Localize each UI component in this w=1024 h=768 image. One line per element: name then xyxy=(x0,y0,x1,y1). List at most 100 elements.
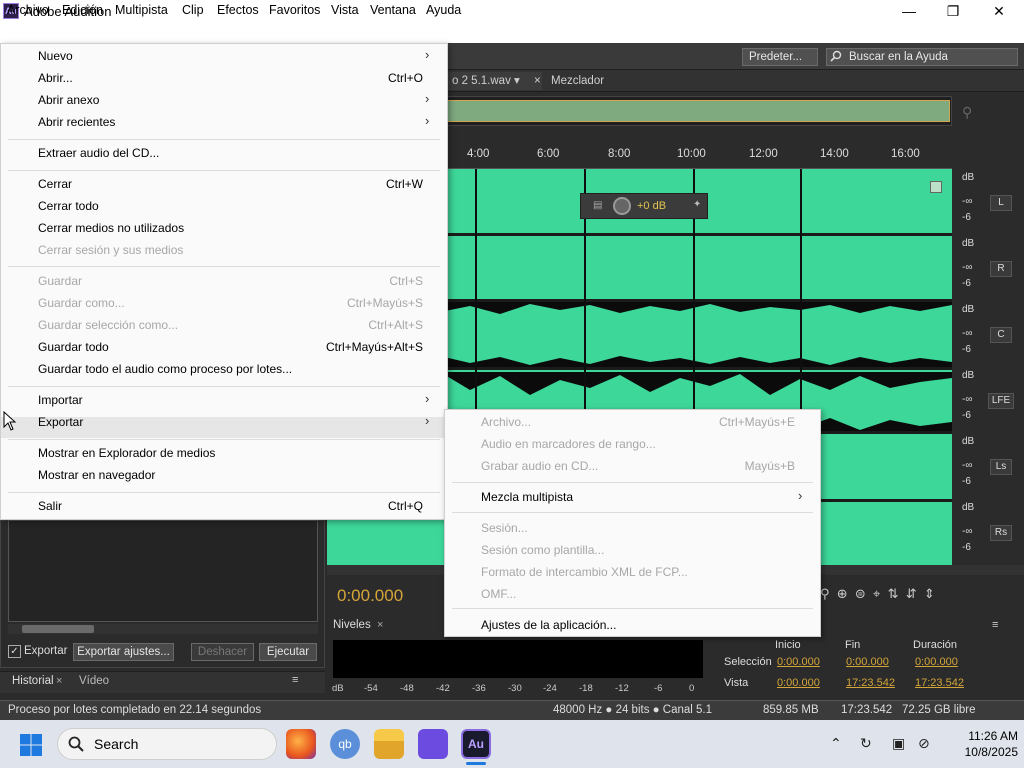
file-menu-item[interactable]: Abrir recientes xyxy=(38,115,115,129)
file-menu-item[interactable]: Cerrar medios no utilizados xyxy=(38,221,184,235)
channel-l-button[interactable]: L xyxy=(990,195,1012,211)
view-start[interactable]: 0:00.000 xyxy=(777,677,820,689)
maximize-button[interactable]: ❐ xyxy=(930,0,976,22)
channel-ls-button[interactable]: Ls xyxy=(990,459,1012,475)
export-menu-item[interactable]: Grabar audio en CD... xyxy=(481,459,598,473)
audition-taskbar-icon[interactable]: Au xyxy=(461,729,491,759)
help-search-input[interactable]: Buscar en la Ayuda xyxy=(826,48,1018,66)
zoom-in-icon[interactable]: ⊕ xyxy=(837,586,848,601)
menu-efectos[interactable]: Efectos xyxy=(217,3,259,17)
file-menu-item[interactable]: Guardar todo xyxy=(38,340,109,354)
menu-favoritos[interactable]: Favoritos xyxy=(269,3,320,17)
file-menu-item[interactable]: Cerrar todo xyxy=(38,199,99,213)
zoom-out-amplitude-icon[interactable]: ⇵ xyxy=(906,586,917,601)
channel-lfe-button[interactable]: LFE xyxy=(988,393,1014,409)
channel-rs-button[interactable]: Rs xyxy=(990,525,1012,541)
waveform-display[interactable] xyxy=(327,520,440,565)
menu-multipista[interactable]: Multipista xyxy=(115,3,168,17)
file-menu-item[interactable]: Mostrar en navegador xyxy=(38,468,155,482)
file-menu-item[interactable]: Guardar como... xyxy=(38,296,125,310)
pin-icon[interactable]: ✦ xyxy=(693,199,701,210)
export-menu-item[interactable]: Ajustes de la aplicación... xyxy=(481,618,616,632)
speaker-muted-icon[interactable]: ⊘ xyxy=(918,735,930,752)
zoom-in-amplitude-icon[interactable]: ⇅ xyxy=(888,586,899,601)
tab-levels[interactable]: Niveles xyxy=(333,619,371,631)
file-menu-item[interactable]: Abrir... xyxy=(38,71,73,85)
close-icon[interactable]: × xyxy=(528,72,547,90)
zoom-reset-icon[interactable]: ⇕ xyxy=(924,586,935,601)
view-duration[interactable]: 17:23.542 xyxy=(915,677,964,689)
db-6: -6 xyxy=(962,278,971,289)
file-menu-item[interactable]: Guardar xyxy=(38,274,82,288)
video-editor-icon[interactable] xyxy=(418,729,448,759)
zoom-selection-icon[interactable]: ⌖ xyxy=(873,586,880,601)
zoom-icon[interactable]: ⚲ xyxy=(962,104,982,120)
firefox-icon[interactable] xyxy=(286,729,316,759)
level-scale-label: -12 xyxy=(615,683,629,694)
menu-clip[interactable]: Clip xyxy=(182,3,204,17)
taskbar-clock[interactable]: 11:26 AM 10/8/2025 xyxy=(930,728,1018,760)
file-menu-item[interactable]: Exportar xyxy=(38,415,83,429)
menu-archivo[interactable]: Archivo xyxy=(7,3,49,17)
file-menu-item[interactable]: Cerrar xyxy=(38,177,72,191)
export-menu-item[interactable]: Formato de intercambio XML de FCP... xyxy=(481,565,688,579)
selection-start[interactable]: 0:00.000 xyxy=(777,656,820,668)
selection-duration[interactable]: 0:00.000 xyxy=(915,656,958,668)
export-menu-item[interactable]: OMF... xyxy=(481,587,516,601)
file-explorer-icon[interactable] xyxy=(374,729,404,759)
channel-divider xyxy=(440,367,952,370)
menu-edicion[interactable]: Edición xyxy=(62,3,103,17)
file-menu-item[interactable]: Cerrar sesión y sus medios xyxy=(38,243,183,257)
tab-mixer[interactable]: Mezclador xyxy=(545,72,610,90)
zoom-full-icon[interactable]: ⊜ xyxy=(855,586,866,601)
volume-hud[interactable]: ▤ +0 dB ✦ xyxy=(580,193,708,219)
overview-strip[interactable] xyxy=(446,100,950,122)
close-icon[interactable]: × xyxy=(377,619,383,631)
panel-menu-icon[interactable]: ≡ xyxy=(992,619,998,631)
chevron-up-icon[interactable]: ⌃ xyxy=(830,735,842,752)
export-checkbox[interactable]: ✓ xyxy=(8,645,21,658)
chevron-right-icon: › xyxy=(425,113,430,128)
export-menu-item[interactable]: Audio en marcadores de rango... xyxy=(481,437,656,451)
monitor-icon[interactable]: ▣ xyxy=(892,735,905,752)
selection-end[interactable]: 0:00.000 xyxy=(846,656,889,668)
workspace-dropdown[interactable]: Predeter... xyxy=(742,48,818,66)
scroll-thumb[interactable] xyxy=(22,625,94,633)
volume-knob[interactable] xyxy=(613,197,631,215)
undo-button[interactable]: Deshacer xyxy=(191,643,254,661)
minimize-button[interactable]: — xyxy=(886,0,932,22)
file-menu-item[interactable]: Mostrar en Explorador de medios xyxy=(38,446,215,460)
export-menu-item[interactable]: Mezcla multipista xyxy=(481,490,573,504)
menu-vista[interactable]: Vista xyxy=(331,3,359,17)
export-menu-item[interactable]: Archivo... xyxy=(481,415,531,429)
tab-history[interactable]: Historial xyxy=(12,675,54,687)
level-scale-label: -6 xyxy=(654,683,663,694)
run-button[interactable]: Ejecutar xyxy=(259,643,317,661)
close-icon[interactable]: × xyxy=(56,675,62,687)
file-menu-item[interactable]: Guardar selección como... xyxy=(38,318,178,332)
batch-file-list[interactable] xyxy=(8,520,318,622)
menu-ventana[interactable]: Ventana xyxy=(370,3,416,17)
menu-ayuda[interactable]: Ayuda xyxy=(426,3,461,17)
file-menu-item[interactable]: Guardar todo el audio como proceso por l… xyxy=(38,362,292,376)
export-menu-item[interactable]: Sesión como plantilla... xyxy=(481,543,604,557)
taskbar-search[interactable]: Search xyxy=(57,728,277,760)
file-menu-item[interactable]: Extraer audio del CD... xyxy=(38,146,159,160)
file-menu-item[interactable]: Importar xyxy=(38,393,83,407)
channel-r-button[interactable]: R xyxy=(990,261,1012,277)
close-button[interactable]: ✕ xyxy=(976,0,1022,22)
view-end[interactable]: 17:23.542 xyxy=(846,677,895,689)
file-menu-item[interactable]: Nuevo xyxy=(38,49,73,63)
export-settings-button[interactable]: Exportar ajustes... xyxy=(73,643,174,661)
panel-menu-icon[interactable]: ≡ xyxy=(292,674,298,686)
channel-c-button[interactable]: C xyxy=(990,327,1012,343)
sync-icon[interactable]: ↻ xyxy=(860,735,872,752)
qbittorrent-icon[interactable]: qb xyxy=(330,729,360,759)
resize-icon[interactable] xyxy=(930,181,942,193)
file-menu-item[interactable]: Salir xyxy=(38,499,62,513)
tab-video[interactable]: Vídeo xyxy=(79,675,109,687)
export-menu-item[interactable]: Sesión... xyxy=(481,521,528,535)
windows-start-icon[interactable] xyxy=(19,733,43,757)
file-menu-item[interactable]: Abrir anexo xyxy=(38,93,99,107)
zoom-out-icon[interactable]: ⚲ xyxy=(820,586,830,601)
